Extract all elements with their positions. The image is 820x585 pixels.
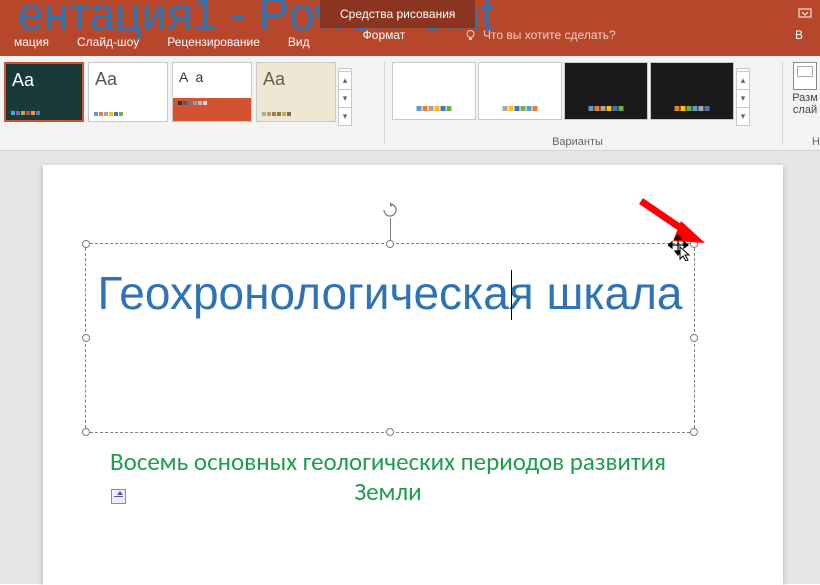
slide-size-icon <box>793 62 817 90</box>
theme-gallery: Aa Aa A a Aa <box>0 56 380 132</box>
expand-icon[interactable]: ▾ <box>339 107 351 125</box>
drawing-tools-contextual-tab: Средства рисования <box>320 0 475 28</box>
slide-workspace[interactable]: Геохронологическая шкала Восемь основных… <box>0 151 820 584</box>
slide-canvas[interactable]: Геохронологическая шкала Восемь основных… <box>43 165 783 585</box>
tell-me-search[interactable]: Что вы хотите сделать? <box>450 28 630 42</box>
slide-size-label-2: слай <box>790 104 820 116</box>
group-separator <box>384 62 385 144</box>
rotate-connector <box>390 218 391 240</box>
tab-right-cut[interactable]: В <box>781 28 817 42</box>
box-group-label: Н <box>812 136 820 148</box>
themes-more-dropdown[interactable]: ▴ ▾ ▾ <box>338 68 352 126</box>
scroll-down-icon[interactable]: ▾ <box>737 89 749 107</box>
theme-thumb-4[interactable]: Aa <box>256 62 336 122</box>
variant-thumb-2[interactable] <box>478 62 562 120</box>
theme-swatch-row <box>178 101 207 105</box>
tab-format[interactable]: Формат <box>320 28 448 42</box>
scroll-down-icon[interactable]: ▾ <box>339 89 351 107</box>
text-caret <box>511 270 512 320</box>
expand-icon[interactable]: ▾ <box>737 107 749 125</box>
variant-gallery: ▴ ▾ ▾ <box>390 56 765 132</box>
resize-handle-bl[interactable] <box>82 428 90 436</box>
group-separator <box>782 62 783 145</box>
title-text[interactable]: Геохронологическая шкала <box>86 244 694 343</box>
theme-swatch-row <box>94 112 123 116</box>
variants-group-label: Варианты <box>390 136 765 148</box>
theme-thumb-2[interactable]: Aa <box>88 62 168 122</box>
theme-thumb-3[interactable]: A a <box>172 62 252 122</box>
resize-handle-br[interactable] <box>690 428 698 436</box>
ribbon-display-options-icon[interactable] <box>798 6 812 23</box>
move-cursor-icon <box>668 235 694 264</box>
resize-handle-b[interactable] <box>386 428 394 436</box>
title-bar: ентация1 - PowerPoint Средства рисования <box>0 0 820 28</box>
subtitle-text[interactable]: Восемь основных геологических периодов р… <box>103 447 673 507</box>
scroll-up-icon[interactable]: ▴ <box>737 71 749 89</box>
slide-size-label-1: Разм <box>790 92 820 104</box>
theme-preview-text: A a <box>179 69 205 85</box>
ribbon: Aa Aa A a Aa <box>0 56 820 151</box>
themes-group: Aa Aa A a Aa <box>0 56 380 151</box>
scroll-up-icon[interactable]: ▴ <box>339 71 351 89</box>
lightbulb-icon <box>464 29 477 42</box>
title-placeholder[interactable]: Геохронологическая шкала <box>85 243 695 433</box>
theme-preview-text: Aa <box>95 69 117 90</box>
variant-thumb-1[interactable] <box>392 62 476 120</box>
theme-thumb-1[interactable]: Aa <box>4 62 84 122</box>
theme-preview-text: Aa <box>263 69 285 90</box>
variant-thumb-4[interactable] <box>650 62 734 120</box>
theme-swatch-row <box>11 111 40 115</box>
theme-swatch-row <box>262 112 291 116</box>
tell-me-placeholder: Что вы хотите сделать? <box>483 28 616 42</box>
variant-thumb-3[interactable] <box>564 62 648 120</box>
rotate-handle[interactable] <box>382 202 398 218</box>
variants-more-dropdown[interactable]: ▴ ▾ ▾ <box>736 68 750 126</box>
theme-preview-text: Aa <box>12 70 34 91</box>
variants-group: ▴ ▾ ▾ Варианты <box>390 56 765 151</box>
slide-size-group[interactable]: Разм слай Н <box>790 56 820 151</box>
